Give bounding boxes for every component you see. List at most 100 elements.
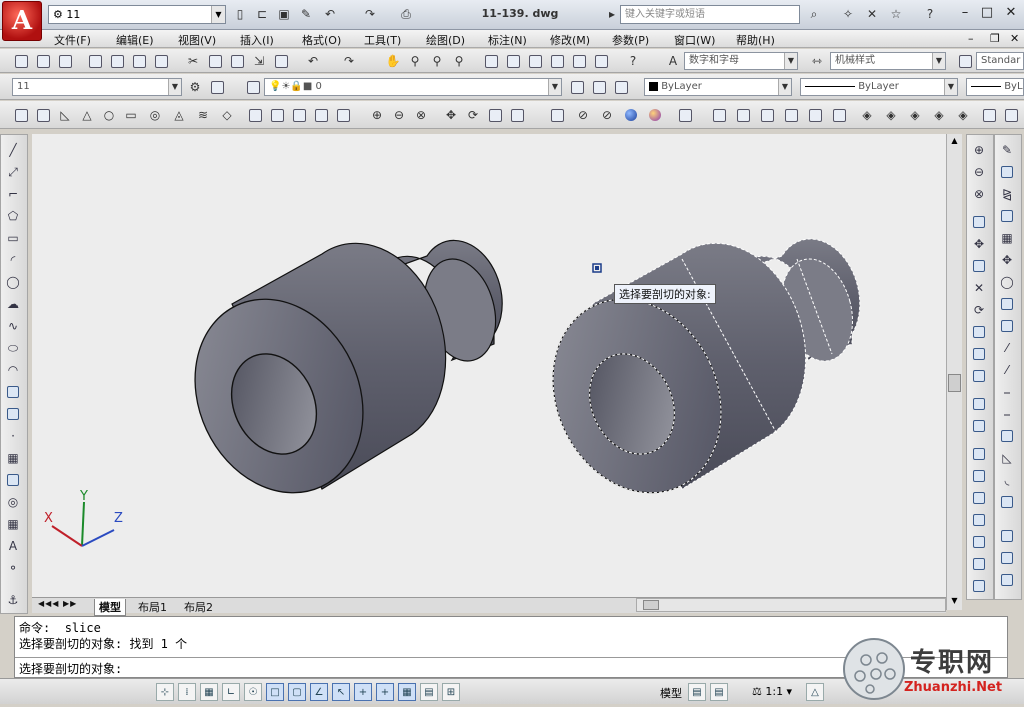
preview-icon[interactable] — [108, 52, 126, 70]
shell-icon[interactable] — [970, 511, 988, 529]
dynamic-input-icon[interactable]: + — [354, 683, 372, 701]
region-icon[interactable]: ◎ — [4, 493, 22, 511]
fillet-icon[interactable]: ◟ — [998, 471, 1016, 489]
save-icon[interactable] — [56, 52, 74, 70]
check-icon[interactable] — [970, 533, 988, 551]
revision-cloud-icon[interactable]: ☁ — [4, 295, 22, 313]
conceptual-icon[interactable] — [646, 106, 664, 124]
drawing-area[interactable]: Y X Z 选择要剖切的对象: — [32, 134, 946, 597]
view-left-icon[interactable] — [758, 106, 776, 124]
scroll-up-icon[interactable]: ▲ — [949, 136, 960, 148]
doc-minimize-button[interactable]: – — [968, 32, 974, 45]
dropdown-icon[interactable]: ▸ — [604, 6, 620, 22]
pan-icon[interactable]: ✋ — [384, 52, 402, 70]
annotation-visibility-icon[interactable]: △ — [806, 683, 824, 701]
planar-surface-icon[interactable]: ◇ — [218, 106, 236, 124]
box-icon[interactable] — [34, 106, 52, 124]
redo-icon[interactable]: ↷ — [362, 6, 378, 22]
make-current-icon[interactable] — [568, 78, 586, 96]
realistic-icon[interactable] — [622, 106, 640, 124]
menu-tools[interactable]: 工具(T) — [364, 32, 401, 48]
hatch-icon[interactable]: ▦ — [4, 449, 22, 467]
delete-faces-icon[interactable]: ✕ — [970, 279, 988, 297]
tab-layout2[interactable]: 布局2 — [180, 599, 217, 615]
lineweight-icon[interactable]: + — [376, 683, 394, 701]
open-folder-icon[interactable]: ⊏ — [254, 6, 270, 22]
subtract-icon[interactable]: ⊖ — [390, 106, 408, 124]
dim-style-combo[interactable]: 机械样式 ▼ — [830, 52, 946, 70]
lineweight-combo[interactable]: ByL — [966, 78, 1024, 96]
color-faces-icon[interactable] — [970, 367, 988, 385]
calculator-icon[interactable] — [592, 52, 610, 70]
grid-display-icon[interactable]: ▦ — [200, 683, 218, 701]
view-ne-iso-icon[interactable]: ◈ — [906, 106, 924, 124]
cone-icon[interactable]: △ — [78, 106, 96, 124]
publish-icon[interactable] — [130, 52, 148, 70]
bring-front-icon[interactable] — [998, 549, 1016, 567]
spline-icon[interactable]: ∿ — [4, 317, 22, 335]
key-icon[interactable]: ✧ — [840, 6, 856, 22]
wireframe-icon[interactable]: ⊘ — [574, 106, 592, 124]
qnew-icon[interactable] — [12, 52, 30, 70]
trim-icon[interactable]: ⁄ — [998, 339, 1016, 357]
menu-help[interactable]: 帮助(H) — [736, 32, 775, 48]
presspull-icon[interactable] — [268, 106, 286, 124]
navigate-icon[interactable]: ⚓ — [4, 591, 22, 609]
copy-edges-icon[interactable] — [970, 395, 988, 413]
horizontal-scroll-thumb[interactable] — [643, 600, 659, 610]
doc-close-button[interactable]: ✕ — [1010, 32, 1019, 45]
extrude-icon[interactable] — [246, 106, 264, 124]
menu-parametric[interactable]: 参数(P) — [612, 32, 649, 48]
polysolid-icon[interactable] — [12, 106, 30, 124]
menu-modify[interactable]: 修改(M) — [550, 32, 590, 48]
circle-icon[interactable]: ◯ — [4, 273, 22, 291]
tool-palettes-icon[interactable] — [526, 52, 544, 70]
quick-properties-icon[interactable]: ▤ — [420, 683, 438, 701]
layer-previous-icon[interactable] — [590, 78, 608, 96]
vertical-scroll-thumb[interactable] — [948, 374, 961, 392]
table-style-combo[interactable]: Standar — [976, 52, 1024, 70]
chevron-down-icon[interactable]: ▼ — [548, 79, 561, 95]
copy-faces-icon[interactable] — [970, 345, 988, 363]
camera-icon[interactable]: ◈ — [954, 106, 972, 124]
break-at-point-icon[interactable]: ⎯ — [998, 383, 1016, 401]
object-snap-icon[interactable]: □ — [266, 683, 284, 701]
save-as-icon[interactable]: ✎ — [298, 6, 314, 22]
chamfer-icon[interactable]: ◺ — [998, 449, 1016, 467]
zoom-window-icon[interactable]: ⚲ — [428, 52, 446, 70]
make-block-icon[interactable] — [4, 405, 22, 423]
polar-tracking-icon[interactable]: ☉ — [244, 683, 262, 701]
new-file-icon[interactable]: ▯ — [232, 6, 248, 22]
dim-style-icon[interactable]: ⇿ — [808, 52, 826, 70]
draw-order-icon[interactable] — [998, 527, 1016, 545]
text-style-icon[interactable]: A — [664, 52, 682, 70]
redo-icon[interactable]: ↷ — [340, 52, 358, 70]
workspace-combo[interactable]: ⚙ 11 ▼ — [48, 5, 226, 24]
ellipse-icon[interactable]: ⬭ — [4, 339, 22, 357]
help-icon[interactable]: ? — [624, 52, 642, 70]
visual-style-2d-icon[interactable] — [548, 106, 566, 124]
mtext-icon[interactable]: A — [4, 537, 22, 555]
menu-draw[interactable]: 绘图(D) — [426, 32, 465, 48]
menu-insert[interactable]: 插入(I) — [240, 32, 274, 48]
undo-icon[interactable]: ↶ — [304, 52, 322, 70]
explode-icon[interactable] — [998, 493, 1016, 511]
loft-icon[interactable] — [334, 106, 352, 124]
matchprop-icon[interactable]: ⇲ — [250, 52, 268, 70]
stretch-icon[interactable] — [998, 317, 1016, 335]
snap-mode-icon[interactable]: ⁞ — [178, 683, 196, 701]
insert-block-icon[interactable] — [4, 383, 22, 401]
plot-icon[interactable] — [86, 52, 104, 70]
open-icon[interactable] — [34, 52, 52, 70]
taper-faces-icon[interactable] — [970, 323, 988, 341]
markup-icon[interactable] — [570, 52, 588, 70]
infer-constraints-icon[interactable]: ⊹ — [156, 683, 174, 701]
clean-icon[interactable] — [970, 467, 988, 485]
tab-model[interactable]: 模型 — [94, 599, 126, 616]
sweep-icon[interactable] — [290, 106, 308, 124]
tab-nav-arrows[interactable]: ◀◀◀ ▶▶ — [34, 599, 81, 608]
zoom-previous-icon[interactable]: ⚲ — [450, 52, 468, 70]
view-manager-icon[interactable] — [1002, 106, 1020, 124]
offset-icon[interactable] — [998, 207, 1016, 225]
transparency-icon[interactable]: ▦ — [398, 683, 416, 701]
